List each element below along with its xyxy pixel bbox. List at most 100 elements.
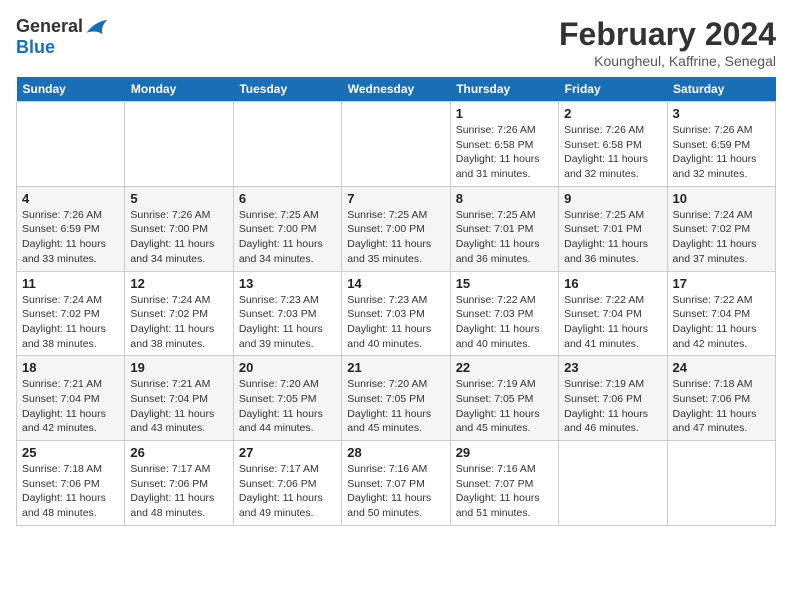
day-number: 28 [347, 445, 444, 460]
column-header-saturday: Saturday [667, 77, 775, 102]
calendar-cell: 6 Sunrise: 7:25 AM Sunset: 7:00 PM Daylig… [233, 186, 341, 271]
day-info: Sunrise: 7:21 AM Sunset: 7:04 PM Dayligh… [130, 377, 227, 436]
calendar-cell: 2 Sunrise: 7:26 AM Sunset: 6:58 PM Daylig… [559, 102, 667, 187]
day-number: 11 [22, 276, 119, 291]
day-info: Sunrise: 7:17 AM Sunset: 7:06 PM Dayligh… [130, 462, 227, 521]
day-number: 5 [130, 191, 227, 206]
calendar-cell: 11 Sunrise: 7:24 AM Sunset: 7:02 PM Dayli… [17, 271, 125, 356]
day-info: Sunrise: 7:18 AM Sunset: 7:06 PM Dayligh… [673, 377, 770, 436]
day-info: Sunrise: 7:23 AM Sunset: 7:03 PM Dayligh… [347, 293, 444, 352]
day-info: Sunrise: 7:25 AM Sunset: 7:01 PM Dayligh… [456, 208, 553, 267]
day-info: Sunrise: 7:18 AM Sunset: 7:06 PM Dayligh… [22, 462, 119, 521]
day-number: 6 [239, 191, 336, 206]
day-info: Sunrise: 7:26 AM Sunset: 7:00 PM Dayligh… [130, 208, 227, 267]
calendar-cell: 19 Sunrise: 7:21 AM Sunset: 7:04 PM Dayli… [125, 356, 233, 441]
calendar-cell [559, 441, 667, 526]
calendar-cell: 29 Sunrise: 7:16 AM Sunset: 7:07 PM Dayli… [450, 441, 558, 526]
day-info: Sunrise: 7:22 AM Sunset: 7:04 PM Dayligh… [673, 293, 770, 352]
calendar-cell: 15 Sunrise: 7:22 AM Sunset: 7:03 PM Dayli… [450, 271, 558, 356]
calendar-cell: 27 Sunrise: 7:17 AM Sunset: 7:06 PM Dayli… [233, 441, 341, 526]
day-info: Sunrise: 7:22 AM Sunset: 7:04 PM Dayligh… [564, 293, 661, 352]
day-number: 12 [130, 276, 227, 291]
day-info: Sunrise: 7:16 AM Sunset: 7:07 PM Dayligh… [347, 462, 444, 521]
day-number: 2 [564, 106, 661, 121]
day-info: Sunrise: 7:21 AM Sunset: 7:04 PM Dayligh… [22, 377, 119, 436]
day-info: Sunrise: 7:17 AM Sunset: 7:06 PM Dayligh… [239, 462, 336, 521]
day-info: Sunrise: 7:24 AM Sunset: 7:02 PM Dayligh… [130, 293, 227, 352]
day-number: 8 [456, 191, 553, 206]
calendar-cell [125, 102, 233, 187]
day-number: 7 [347, 191, 444, 206]
day-number: 13 [239, 276, 336, 291]
calendar-cell: 16 Sunrise: 7:22 AM Sunset: 7:04 PM Dayli… [559, 271, 667, 356]
day-number: 26 [130, 445, 227, 460]
calendar-cell [17, 102, 125, 187]
calendar-cell: 5 Sunrise: 7:26 AM Sunset: 7:00 PM Daylig… [125, 186, 233, 271]
day-info: Sunrise: 7:24 AM Sunset: 7:02 PM Dayligh… [673, 208, 770, 267]
day-info: Sunrise: 7:22 AM Sunset: 7:03 PM Dayligh… [456, 293, 553, 352]
calendar-cell [667, 441, 775, 526]
calendar-week-row: 11 Sunrise: 7:24 AM Sunset: 7:02 PM Dayli… [17, 271, 776, 356]
calendar-week-row: 1 Sunrise: 7:26 AM Sunset: 6:58 PM Daylig… [17, 102, 776, 187]
day-number: 27 [239, 445, 336, 460]
column-header-friday: Friday [559, 77, 667, 102]
calendar-cell: 28 Sunrise: 7:16 AM Sunset: 7:07 PM Dayli… [342, 441, 450, 526]
calendar-cell: 12 Sunrise: 7:24 AM Sunset: 7:02 PM Dayli… [125, 271, 233, 356]
logo-blue-text: Blue [16, 37, 55, 58]
day-info: Sunrise: 7:26 AM Sunset: 6:58 PM Dayligh… [456, 123, 553, 182]
day-number: 20 [239, 360, 336, 375]
calendar-cell: 4 Sunrise: 7:26 AM Sunset: 6:59 PM Daylig… [17, 186, 125, 271]
day-number: 9 [564, 191, 661, 206]
column-header-tuesday: Tuesday [233, 77, 341, 102]
day-info: Sunrise: 7:25 AM Sunset: 7:00 PM Dayligh… [347, 208, 444, 267]
day-info: Sunrise: 7:26 AM Sunset: 6:58 PM Dayligh… [564, 123, 661, 182]
day-number: 19 [130, 360, 227, 375]
calendar-cell: 13 Sunrise: 7:23 AM Sunset: 7:03 PM Dayli… [233, 271, 341, 356]
day-number: 1 [456, 106, 553, 121]
calendar-cell: 23 Sunrise: 7:19 AM Sunset: 7:06 PM Dayli… [559, 356, 667, 441]
calendar-header-row: SundayMondayTuesdayWednesdayThursdayFrid… [17, 77, 776, 102]
logo-bird-icon [85, 18, 109, 36]
day-info: Sunrise: 7:16 AM Sunset: 7:07 PM Dayligh… [456, 462, 553, 521]
calendar-cell: 8 Sunrise: 7:25 AM Sunset: 7:01 PM Daylig… [450, 186, 558, 271]
calendar-cell: 18 Sunrise: 7:21 AM Sunset: 7:04 PM Dayli… [17, 356, 125, 441]
day-number: 18 [22, 360, 119, 375]
calendar-cell [342, 102, 450, 187]
day-number: 4 [22, 191, 119, 206]
day-number: 16 [564, 276, 661, 291]
day-info: Sunrise: 7:25 AM Sunset: 7:01 PM Dayligh… [564, 208, 661, 267]
day-number: 17 [673, 276, 770, 291]
page-header: General Blue February 2024 Koungheul, Ka… [16, 16, 776, 69]
calendar-week-row: 25 Sunrise: 7:18 AM Sunset: 7:06 PM Dayli… [17, 441, 776, 526]
day-info: Sunrise: 7:25 AM Sunset: 7:00 PM Dayligh… [239, 208, 336, 267]
logo-general-text: General [16, 16, 83, 37]
calendar-cell: 17 Sunrise: 7:22 AM Sunset: 7:04 PM Dayli… [667, 271, 775, 356]
day-number: 25 [22, 445, 119, 460]
day-number: 15 [456, 276, 553, 291]
day-number: 21 [347, 360, 444, 375]
calendar-week-row: 4 Sunrise: 7:26 AM Sunset: 6:59 PM Daylig… [17, 186, 776, 271]
day-info: Sunrise: 7:26 AM Sunset: 6:59 PM Dayligh… [22, 208, 119, 267]
calendar-cell: 25 Sunrise: 7:18 AM Sunset: 7:06 PM Dayli… [17, 441, 125, 526]
title-section: February 2024 Koungheul, Kaffrine, Seneg… [559, 16, 776, 69]
calendar-cell: 24Sunrise: 7:18 AM Sunset: 7:06 PM Dayli… [667, 356, 775, 441]
day-info: Sunrise: 7:20 AM Sunset: 7:05 PM Dayligh… [239, 377, 336, 436]
location-subtitle: Koungheul, Kaffrine, Senegal [559, 53, 776, 69]
calendar-cell [233, 102, 341, 187]
calendar-cell: 3Sunrise: 7:26 AM Sunset: 6:59 PM Daylig… [667, 102, 775, 187]
calendar-cell: 9 Sunrise: 7:25 AM Sunset: 7:01 PM Daylig… [559, 186, 667, 271]
column-header-monday: Monday [125, 77, 233, 102]
calendar-cell: 22Sunrise: 7:19 AM Sunset: 7:05 PM Dayli… [450, 356, 558, 441]
day-number: 14 [347, 276, 444, 291]
column-header-wednesday: Wednesday [342, 77, 450, 102]
day-number: 3 [673, 106, 770, 121]
day-number: 29 [456, 445, 553, 460]
logo: General Blue [16, 16, 109, 58]
day-info: Sunrise: 7:24 AM Sunset: 7:02 PM Dayligh… [22, 293, 119, 352]
calendar-cell: 20 Sunrise: 7:20 AM Sunset: 7:05 PM Dayli… [233, 356, 341, 441]
day-info: Sunrise: 7:19 AM Sunset: 7:06 PM Dayligh… [564, 377, 661, 436]
calendar-cell: 7 Sunrise: 7:25 AM Sunset: 7:00 PM Daylig… [342, 186, 450, 271]
calendar-cell: 1 Sunrise: 7:26 AM Sunset: 6:58 PM Daylig… [450, 102, 558, 187]
day-info: Sunrise: 7:23 AM Sunset: 7:03 PM Dayligh… [239, 293, 336, 352]
day-number: 23 [564, 360, 661, 375]
